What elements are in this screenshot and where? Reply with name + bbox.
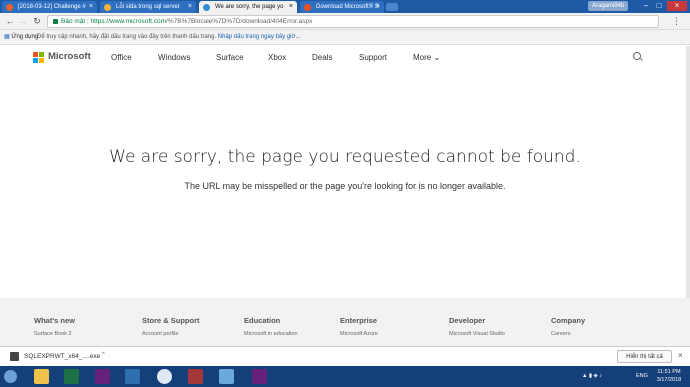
media-player-icon[interactable]: [125, 369, 140, 384]
download-shelf: SQLEXPRWT_x64_....exe ^ Hiển thị tất cả …: [0, 346, 690, 366]
system-clock[interactable]: 11:51 PM 3/17/2018: [652, 368, 686, 384]
page-scrollbar[interactable]: [686, 46, 690, 298]
footer-link[interactable]: Surface Book 2: [34, 331, 75, 337]
close-window-button[interactable]: ×: [667, 1, 687, 11]
apps-label: Ứng dụng: [11, 34, 39, 40]
tab-title: Lỗi sida trong sql server: [116, 4, 180, 10]
nav-windows[interactable]: Windows: [158, 53, 190, 62]
back-arrow-icon[interactable]: ←: [5, 16, 15, 26]
input-language[interactable]: ENG: [636, 373, 648, 379]
access-icon[interactable]: [188, 369, 203, 384]
reload-icon[interactable]: ↻: [32, 16, 42, 26]
forum-icon: [104, 4, 111, 11]
footer-link[interactable]: Careers: [551, 331, 585, 337]
forward-arrow-icon[interactable]: →: [18, 16, 28, 26]
close-icon[interactable]: ×: [376, 1, 380, 13]
footer-link[interactable]: Account profile: [142, 331, 200, 337]
tab-title: Download Microsoft® S: [316, 4, 379, 10]
url-host: https://www.microsoft.com: [90, 18, 167, 25]
chevron-down-icon: ⌄: [433, 53, 441, 62]
footer-col-enterprise: Enterprise Microsoft Azure: [340, 316, 378, 337]
site-header: Microsoft Office Windows Surface Xbox De…: [0, 46, 690, 70]
secure-label: Bảo mật: [61, 18, 86, 25]
footer-heading: Store & Support: [142, 316, 200, 325]
microsoft-logo-icon[interactable]: [33, 52, 44, 63]
nav-xbox[interactable]: Xbox: [268, 53, 286, 62]
new-tab-button[interactable]: [386, 3, 398, 11]
chevron-up-icon[interactable]: ^: [102, 352, 105, 358]
footer-col-company: Company Careers: [551, 316, 585, 337]
show-all-downloads-button[interactable]: Hiển thị tất cả: [617, 350, 672, 363]
bookmarks-hint: Để truy cập nhanh, hãy đặt dấu trang vào…: [37, 30, 300, 45]
installer-file-icon[interactable]: [10, 352, 19, 361]
microsoft-favicon-icon: [203, 4, 210, 11]
site-footer: What's new Surface Book 2 Store & Suppor…: [0, 298, 690, 346]
remote-desktop-icon[interactable]: [219, 369, 234, 384]
address-toolbar: ← → ↻ Bảo mật | https://www.microsoft.co…: [0, 13, 690, 30]
minimize-button[interactable]: –: [640, 1, 652, 11]
close-icon[interactable]: ×: [89, 1, 93, 13]
clock-date: 3/17/2018: [656, 377, 682, 383]
nav-more[interactable]: More ⌄: [413, 53, 440, 62]
tab-title: [2018-03-12] Challenge #: [18, 4, 86, 10]
apps-shortcut[interactable]: ▦ Ứng dụng: [4, 30, 38, 45]
visual-studio-icon[interactable]: [95, 369, 110, 384]
download-filename[interactable]: SQLEXPRWT_x64_....exe: [24, 353, 100, 360]
browser-window: { "tabs": [ {"title": "[2018-03-12] Chal…: [0, 0, 690, 387]
windows-start-icon[interactable]: [4, 370, 17, 383]
footer-link[interactable]: Microsoft Azure: [340, 331, 378, 337]
url-path: /%7B%7Blocale%7D%7D/download/404Error.as…: [166, 18, 313, 25]
nav-office[interactable]: Office: [111, 53, 132, 62]
tab-title: We are sorry, the page yo: [215, 4, 284, 10]
chrome-icon[interactable]: [157, 369, 172, 384]
profile-user-badge[interactable]: Aragami94b: [588, 1, 629, 11]
nav-surface[interactable]: Surface: [216, 53, 244, 62]
maximize-button[interactable]: □: [653, 1, 665, 11]
close-icon[interactable]: ×: [289, 1, 293, 13]
footer-link[interactable]: Microsoft in education: [244, 331, 298, 337]
footer-col-developer: Developer Microsoft Visual Studio: [449, 316, 505, 337]
tray-icons[interactable]: ▲ ▮ ◈ ♪: [582, 373, 602, 379]
visual-studio-2-icon[interactable]: [252, 369, 267, 384]
nav-deals[interactable]: Deals: [312, 53, 332, 62]
footer-col-education: Education Microsoft in education: [244, 316, 298, 337]
excel-icon[interactable]: [64, 369, 79, 384]
footer-heading: Enterprise: [340, 316, 378, 325]
import-bookmarks-link[interactable]: Nhập dấu trang ngay bây giờ...: [218, 34, 301, 40]
nav-more-label: More: [413, 53, 432, 62]
footer-heading: Education: [244, 316, 281, 325]
brand-name: Microsoft: [48, 51, 91, 62]
footer-link[interactable]: Microsoft Visual Studio: [449, 331, 505, 337]
error-title: We are sorry, the page you requested can…: [109, 147, 581, 167]
tab-strip: [2018-03-12] Challenge # × Lỗi sida tron…: [0, 0, 690, 13]
windows-taskbar: ▲ ▮ ◈ ♪ ENG 11:51 PM 3/17/2018: [0, 366, 690, 387]
close-shelf-icon[interactable]: ×: [678, 351, 683, 360]
footer-col-whats-new: What's new Surface Book 2: [34, 316, 75, 337]
close-icon[interactable]: ×: [188, 1, 192, 13]
footer-heading: Company: [551, 316, 586, 325]
microsoft-favicon-icon: [304, 4, 311, 11]
url-input[interactable]: Bảo mật | https://www.microsoft.com/%7B%…: [47, 15, 659, 28]
footer-heading: Developer: [449, 316, 486, 325]
tab-challenge[interactable]: [2018-03-12] Challenge # ×: [2, 1, 97, 13]
footer-col-store-support: Store & Support Account profile: [142, 316, 200, 337]
tab-sql-error[interactable]: Lỗi sida trong sql server ×: [100, 1, 196, 13]
kebab-menu-icon[interactable]: ⋮: [672, 16, 681, 27]
nav-support[interactable]: Support: [359, 53, 387, 62]
error-subtitle: The URL may be misspelled or the page yo…: [184, 181, 506, 191]
file-explorer-icon[interactable]: [34, 369, 49, 384]
hint-text: Để truy cập nhanh, hãy đặt dấu trang vào…: [37, 34, 218, 40]
footer-heading: What's new: [34, 316, 75, 325]
reddit-icon: [6, 4, 13, 11]
search-icon[interactable]: [633, 52, 641, 60]
clock-time: 11:51 PM: [657, 369, 681, 375]
tab-microsoft-404[interactable]: We are sorry, the page yo ×: [199, 1, 297, 13]
tab-download-microsoft[interactable]: Download Microsoft® S ×: [300, 1, 384, 13]
bookmarks-bar: ▦ Ứng dụng Để truy cập nhanh, hãy đặt dấ…: [0, 30, 690, 45]
lock-icon: [53, 18, 58, 24]
